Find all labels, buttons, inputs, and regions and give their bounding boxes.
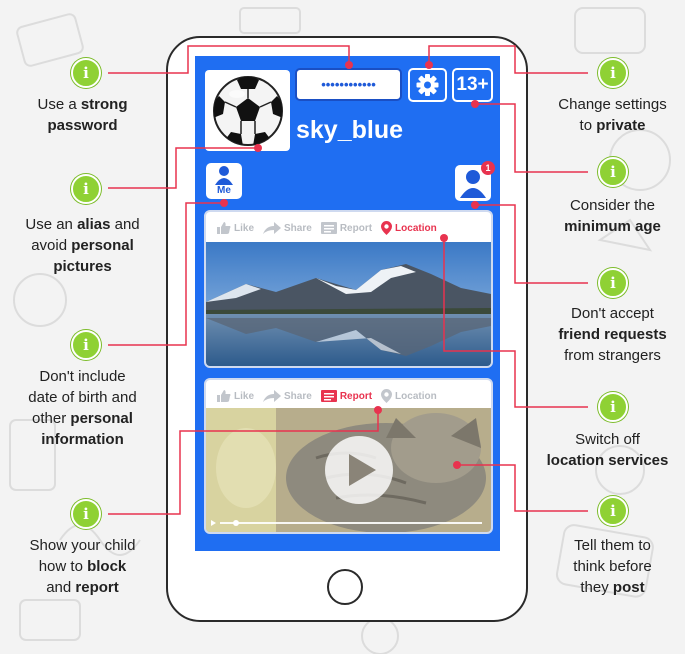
post-card-video: Like Share Report Location (204, 378, 493, 534)
tip-private-settings: Change settings to private (558, 96, 667, 134)
post-actions: Like Share Report Location (208, 217, 489, 239)
info-icon: i (71, 174, 101, 204)
person-icon (215, 166, 233, 185)
info-icon: i (71, 58, 101, 88)
report-flag-icon (320, 390, 337, 402)
tip-minimum-age: Consider the minimum age (564, 197, 661, 235)
location-pin-icon (381, 221, 393, 235)
soccer-ball-icon (213, 76, 283, 146)
tip-friend-requests: Don't accept friend requests from strang… (558, 305, 667, 364)
location-label: Location (395, 390, 437, 402)
tip-strong-password: Use a strong password (37, 96, 128, 134)
info-icon: i (598, 58, 628, 88)
lake-mountain-photo (206, 242, 491, 366)
like-button[interactable]: Like (217, 390, 254, 402)
post-card-photo: Like Share Report Location (204, 210, 493, 368)
share-label: Share (284, 222, 312, 234)
me-profile-button[interactable]: Me (206, 163, 242, 199)
post-actions: Like Share Report Location (208, 385, 489, 407)
report-button[interactable]: Report (320, 222, 373, 234)
location-pin-icon (381, 389, 393, 403)
profile-avatar[interactable] (205, 70, 290, 151)
tip-location-services: Switch off location services (546, 431, 669, 469)
share-button[interactable]: Share (263, 222, 312, 234)
share-arrow-icon (263, 390, 282, 402)
tip-birth-date: Don't include date of birth and other pe… (28, 368, 137, 448)
share-button[interactable]: Share (263, 390, 312, 402)
settings-button[interactable] (408, 68, 447, 102)
age-rating-button[interactable]: 13+ (452, 68, 493, 102)
like-button[interactable]: Like (217, 222, 254, 234)
tip-alias: Use an alias and avoid personal pictures (25, 216, 140, 275)
share-arrow-icon (263, 222, 282, 234)
info-icon: i (71, 330, 101, 360)
info-icon: i (598, 392, 628, 422)
share-label: Share (284, 390, 312, 402)
me-label: Me (217, 185, 231, 196)
username-label: sky_blue (296, 116, 404, 144)
home-button[interactable] (327, 569, 363, 605)
friend-requests-button[interactable]: 1 (455, 161, 495, 201)
report-label: Report (339, 390, 373, 402)
tip-think-before-post: Tell them to think before they post (573, 537, 652, 596)
report-label: Report (339, 222, 373, 234)
info-icon: i (598, 157, 628, 187)
thumbs-up-icon (217, 222, 231, 234)
location-button[interactable]: Location (381, 389, 437, 403)
info-icon: i (598, 268, 628, 298)
thumbs-up-icon (217, 390, 231, 402)
tip-block-report: Show your child how to block and report (29, 537, 136, 596)
like-label: Like (234, 390, 255, 402)
info-icon: i (598, 496, 628, 526)
cat-video (206, 408, 491, 532)
like-label: Like (234, 222, 255, 234)
password-field[interactable]: •••••••••••• (295, 68, 402, 101)
gear-icon (416, 74, 439, 96)
notification-badge: 1 (481, 161, 495, 175)
location-label: Location (395, 222, 437, 234)
report-button[interactable]: Report (320, 390, 373, 402)
location-button[interactable]: Location (381, 221, 437, 235)
infographic-stage: •••••••••••• 13+ sky_blue Me 1 Like Shar… (0, 0, 685, 654)
info-icon: i (71, 499, 101, 529)
video-progress-thumb (233, 520, 239, 526)
report-flag-icon (320, 222, 337, 234)
video-progress-track (220, 522, 482, 524)
